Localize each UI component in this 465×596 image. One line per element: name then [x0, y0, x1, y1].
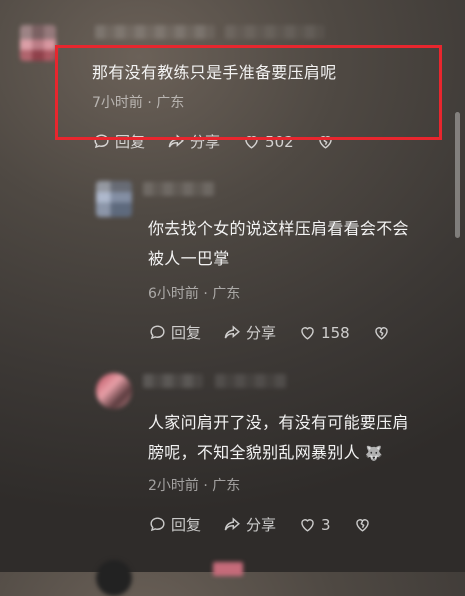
username-blurred[interactable] [143, 374, 203, 388]
heart-icon [301, 519, 314, 532]
comment-line: 被人一巴掌 [148, 249, 230, 268]
comment-line: 人家问肩开了没，有没有可能要压肩 [148, 413, 409, 432]
heart-icon [301, 327, 314, 340]
comment-location: 广东 [212, 478, 241, 494]
emoji-icon: 🐺 [365, 445, 384, 462]
comment-actions: 回复 分享 158 [148, 322, 413, 343]
dislike-button[interactable] [353, 515, 372, 534]
comment-line-with-emoji: 膀呢，不知全貌别乱网暴别人 🐺 [148, 438, 409, 469]
reply-label: 回复 [171, 516, 202, 534]
comment-bubble-icon [150, 517, 165, 532]
username-blurred[interactable] [143, 182, 215, 196]
avatar[interactable] [96, 181, 132, 217]
like-count: 3 [321, 515, 331, 534]
comment-line: 你去找个女的说这样压肩看看会不会 [148, 219, 409, 238]
broken-heart-icon [355, 519, 369, 532]
avatar[interactable] [96, 560, 132, 596]
dislike-button[interactable] [372, 323, 391, 342]
like-count: 158 [321, 323, 350, 342]
meta-separator: · [203, 286, 208, 302]
share-arrow-icon [224, 517, 240, 531]
scrollbar[interactable] [455, 112, 460, 238]
comment-line: 膀呢，不知全貌别乱网暴别人 [148, 443, 360, 462]
comment-text: 人家问肩开了没，有没有可能要压肩 膀呢，不知全貌别乱网暴别人 🐺 [148, 408, 409, 469]
share-label: 分享 [246, 324, 277, 342]
reply-button[interactable]: 回复 [148, 514, 201, 535]
username-blurred [225, 25, 325, 39]
like-button[interactable]: 3 [298, 515, 331, 534]
share-arrow-icon [224, 325, 240, 339]
reply-button[interactable]: 回复 [148, 322, 201, 343]
share-button[interactable]: 分享 [223, 322, 276, 343]
comment-actions: 回复 分享 3 [148, 514, 394, 535]
broken-heart-icon [374, 327, 388, 340]
share-label: 分享 [246, 516, 277, 534]
comment-location: 广东 [212, 286, 241, 302]
username-blurred[interactable] [95, 25, 215, 39]
meta-separator: · [203, 478, 208, 494]
avatar[interactable] [20, 25, 56, 61]
comment-bubble-icon [150, 325, 165, 340]
comment-time: 6小时前 [148, 286, 199, 302]
username-blurred[interactable] [213, 562, 243, 576]
comment-time: 2小时前 [148, 478, 199, 494]
username-blurred [215, 374, 287, 388]
reply-label: 回复 [171, 324, 202, 342]
share-button[interactable]: 分享 [223, 514, 276, 535]
comment-text: 你去找个女的说这样压肩看看会不会 被人一巴掌 [148, 214, 409, 274]
comment-meta: 2小时前 · 广东 [148, 475, 240, 495]
comment-meta: 6小时前 · 广东 [148, 283, 240, 303]
like-button[interactable]: 158 [298, 323, 350, 342]
avatar[interactable] [96, 373, 132, 409]
highlight-box [55, 45, 442, 140]
